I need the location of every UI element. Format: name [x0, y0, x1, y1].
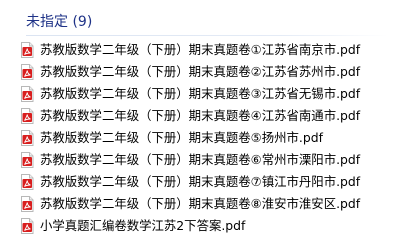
file-name: 苏教版数学二年级（下册）期末真题卷⑦镇江市丹阳市.pdf: [40, 174, 361, 189]
file-item[interactable]: 小学真题汇编卷数学江苏2下答案.pdf: [20, 216, 400, 235]
pdf-file-icon: [21, 173, 34, 190]
pdf-file-icon: [21, 85, 34, 102]
file-item[interactable]: 苏教版数学二年级（下册）期末真题卷①江苏省南京市.pdf: [20, 40, 400, 59]
pdf-file-icon: [21, 217, 34, 234]
pdf-file-icon: [21, 63, 34, 80]
file-item[interactable]: 苏教版数学二年级（下册）期末真题卷③江苏省无锡市.pdf: [20, 84, 400, 103]
file-item[interactable]: 苏教版数学二年级（下册）期末真题卷⑦镇江市丹阳市.pdf: [20, 172, 400, 191]
file-name: 苏教版数学二年级（下册）期末真题卷④江苏省南通市.pdf: [40, 108, 361, 123]
pdf-file-icon: [21, 195, 34, 212]
group-divider: [26, 35, 388, 36]
file-name: 苏教版数学二年级（下册）期末真题卷③江苏省无锡市.pdf: [40, 86, 361, 101]
file-item[interactable]: 苏教版数学二年级（下册）期末真题卷④江苏省南通市.pdf: [20, 106, 400, 125]
pdf-file-icon: [21, 41, 34, 58]
file-group-header[interactable]: 未指定 (9): [0, 0, 419, 36]
group-title: 未指定 (9): [26, 14, 93, 30]
file-name: 苏教版数学二年级（下册）期末真题卷⑤扬州市.pdf: [40, 130, 323, 145]
file-name: 苏教版数学二年级（下册）期末真题卷⑥常州市溧阳市.pdf: [40, 152, 361, 167]
file-item[interactable]: 苏教版数学二年级（下册）期末真题卷⑧淮安市淮安区.pdf: [20, 194, 400, 213]
file-item[interactable]: 苏教版数学二年级（下册）期末真题卷②江苏省苏州市.pdf: [20, 62, 400, 81]
file-item[interactable]: 苏教版数学二年级（下册）期末真题卷⑤扬州市.pdf: [20, 128, 400, 147]
file-name: 苏教版数学二年级（下册）期末真题卷⑧淮安市淮安区.pdf: [40, 196, 361, 211]
pdf-file-icon: [21, 151, 34, 168]
file-name: 苏教版数学二年级（下册）期末真题卷①江苏省南京市.pdf: [40, 42, 361, 57]
pdf-file-icon: [21, 129, 34, 146]
file-name: 苏教版数学二年级（下册）期末真题卷②江苏省苏州市.pdf: [40, 64, 361, 79]
file-name: 小学真题汇编卷数学江苏2下答案.pdf: [40, 218, 246, 233]
pdf-file-icon: [21, 107, 34, 124]
file-item[interactable]: 苏教版数学二年级（下册）期末真题卷⑥常州市溧阳市.pdf: [20, 150, 400, 169]
